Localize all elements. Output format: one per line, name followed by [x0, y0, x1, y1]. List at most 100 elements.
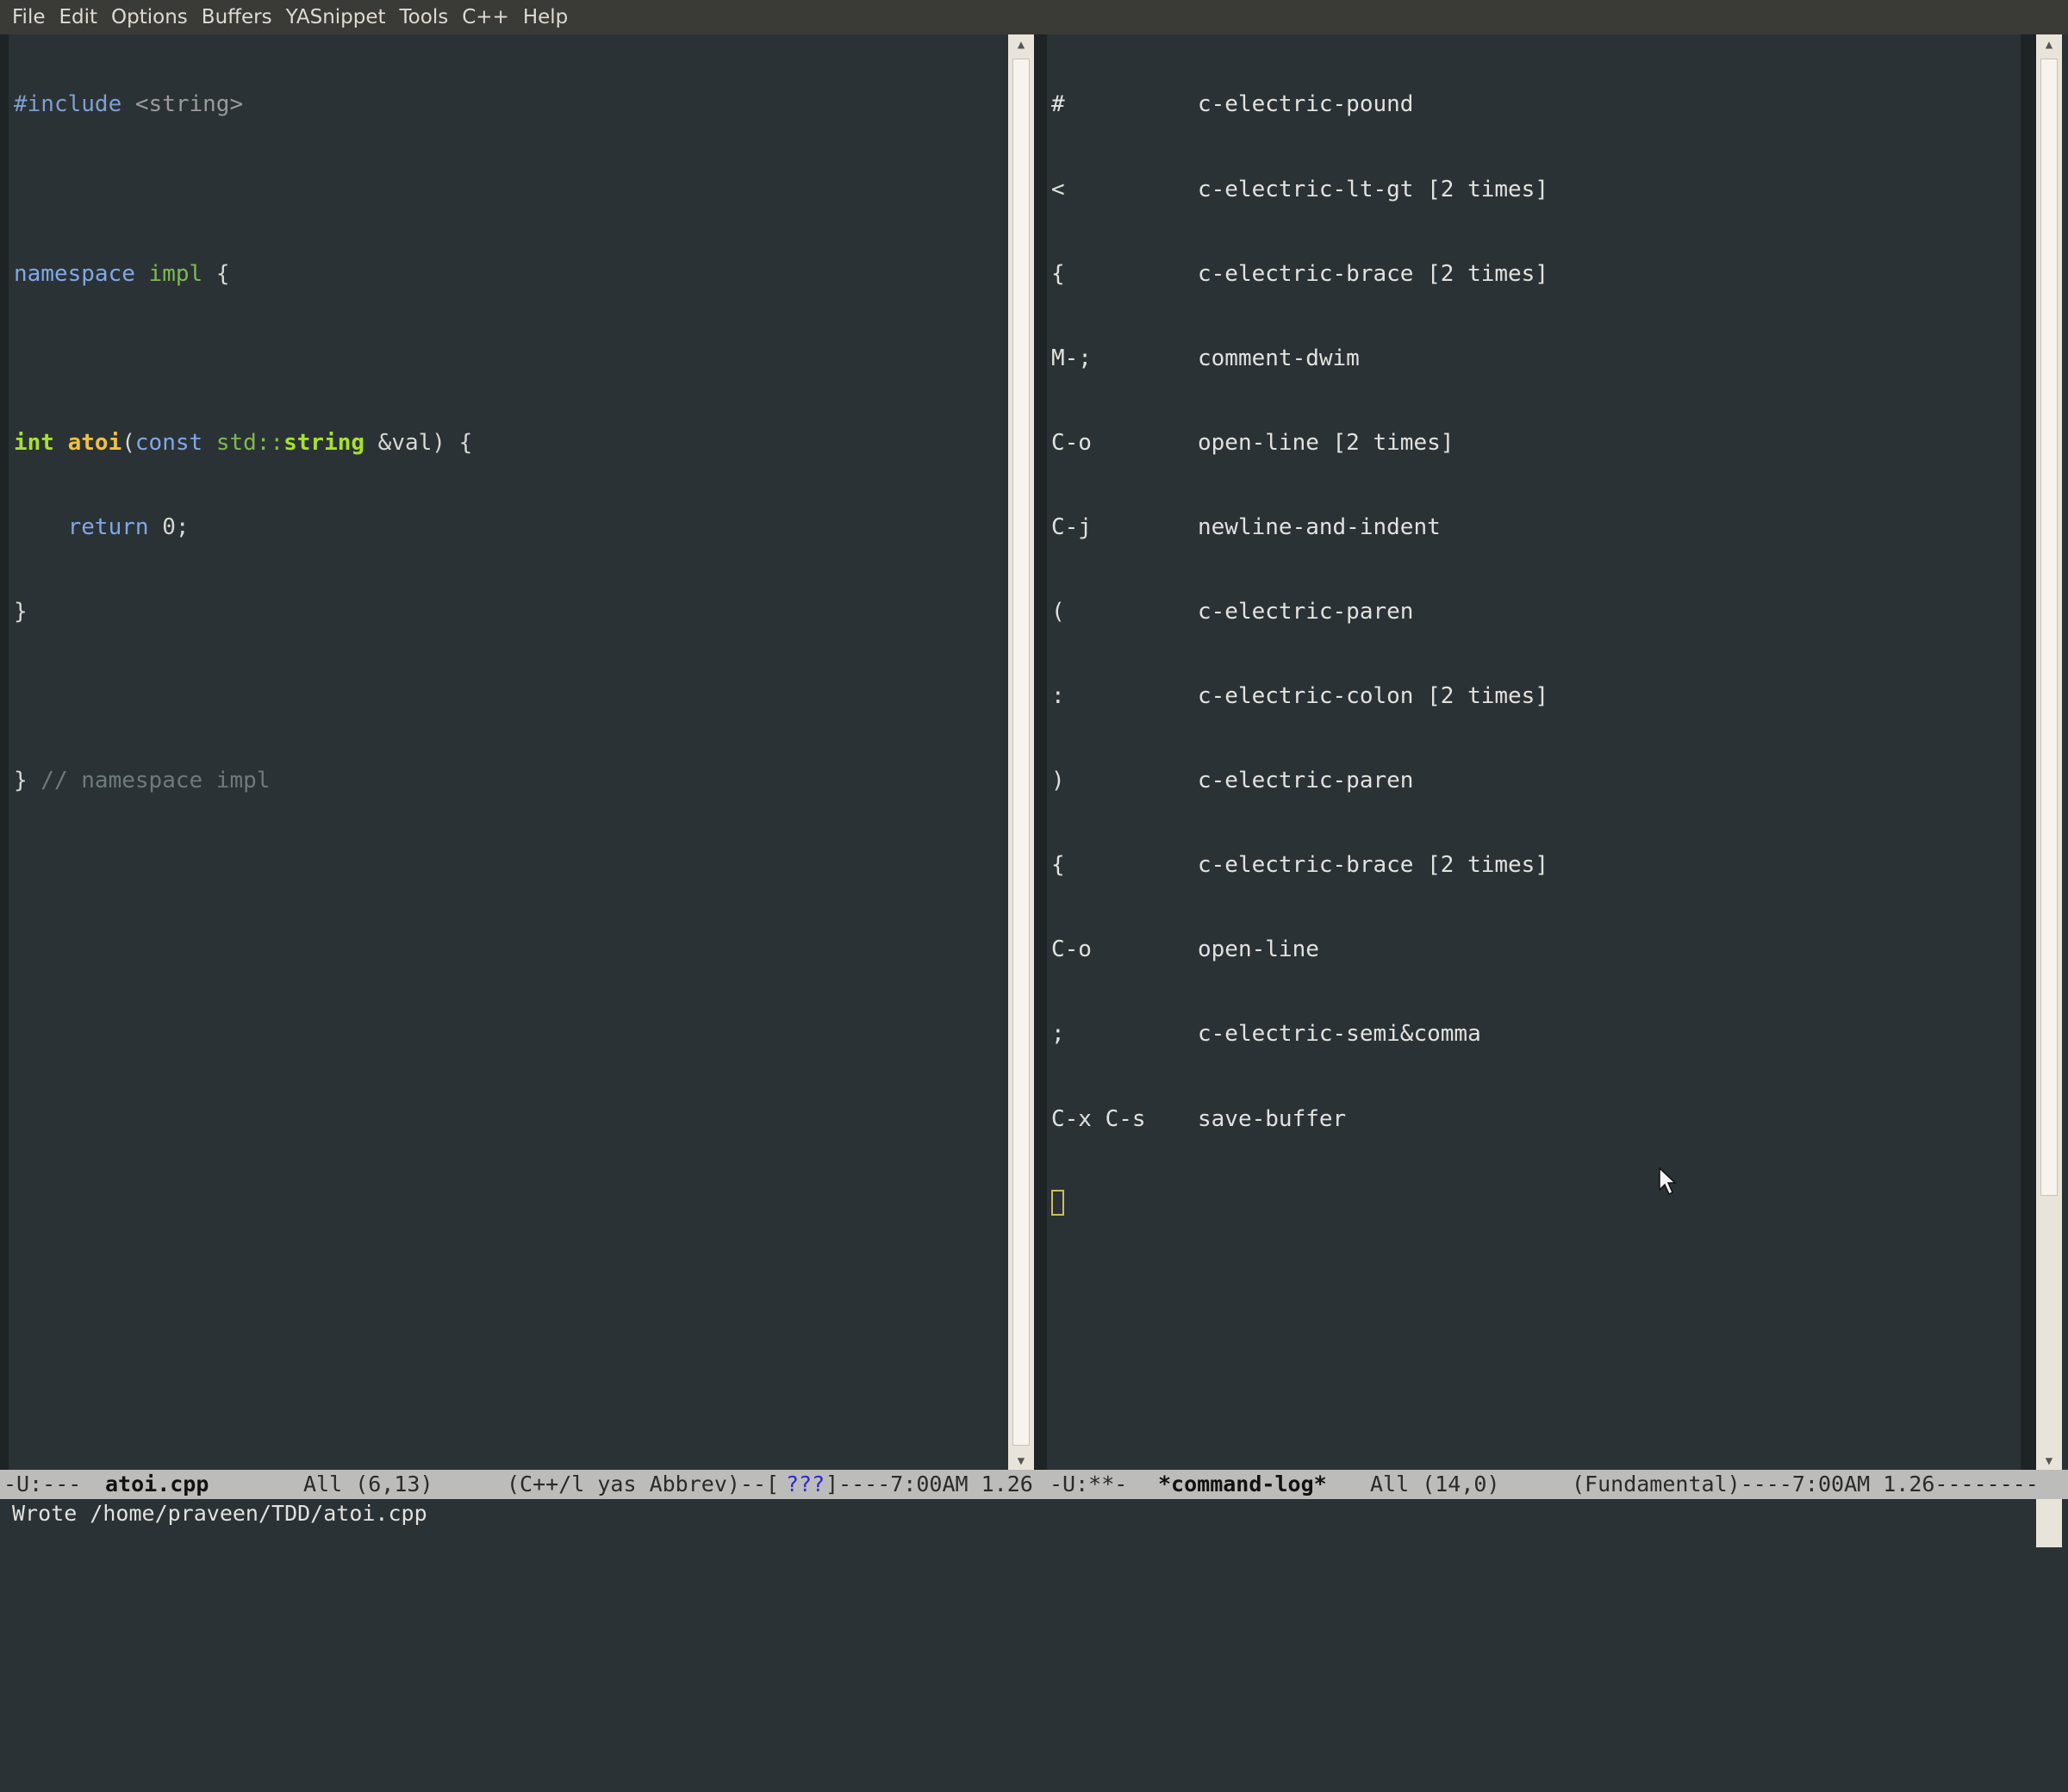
paren: (: [121, 429, 135, 456]
log-entry: C-o open-line [2 times]: [1051, 429, 1548, 457]
left-buffer-position: All (6,13): [303, 1472, 433, 1496]
log-key: {: [1051, 260, 1065, 287]
scroll-up-arrow-icon[interactable]: ▲: [1008, 38, 1034, 52]
mode-line: -U:--- atoi.cpp All (6,13) (C++/l yas Ab…: [0, 1470, 2068, 1499]
scroll-down-arrow-icon[interactable]: ▼: [1008, 1454, 1034, 1468]
log-key: C-o: [1051, 429, 1092, 456]
menu-tools[interactable]: Tools: [400, 6, 449, 28]
closing-brace: }: [14, 768, 28, 794]
log-command: open-line: [1198, 936, 1319, 963]
menu-yasnippet[interactable]: YASnippet: [286, 6, 386, 28]
return-keyword: return: [14, 513, 149, 540]
log-entry: { c-electric-brace [2 times]: [1051, 260, 1548, 289]
log-command: newline-and-indent: [1198, 513, 1441, 540]
cursor-line: [1051, 1189, 1548, 1218]
namespace-name: impl: [134, 260, 203, 287]
log-entry: { c-electric-brace [2 times]: [1051, 851, 1548, 880]
right-left-fringe: [1034, 34, 1047, 1470]
log-entry: ) c-electric-paren: [1051, 767, 1548, 795]
log-key: ;: [1051, 1021, 1065, 1048]
namespace-keyword: namespace: [14, 260, 135, 287]
log-command: open-line [2 times]: [1198, 429, 1454, 456]
const-keyword: const: [134, 429, 203, 456]
param: &val) {: [364, 429, 473, 456]
include-target: <string>: [121, 91, 244, 118]
log-command: c-electric-lt-gt [2 times]: [1198, 176, 1548, 202]
mouse-pointer-icon: [1659, 1167, 1677, 1196]
left-buffer-status: -U:---: [3, 1472, 82, 1496]
log-entry: ( c-electric-paren: [1051, 598, 1548, 626]
left-fringe: [0, 34, 9, 1470]
preprocessor-keyword: #include: [14, 91, 122, 118]
command-log-buffer[interactable]: # c-electric-pound < c-electric-lt-gt [2 t…: [1051, 34, 1548, 1246]
right-buffer-position: All (14,0): [1370, 1472, 1500, 1496]
menu-file[interactable]: File: [12, 6, 46, 28]
log-command: c-electric-brace [2 times]: [1198, 852, 1548, 879]
log-command: c-electric-colon [2 times]: [1198, 683, 1548, 710]
log-entry: C-o open-line: [1051, 936, 1548, 964]
menu-help[interactable]: Help: [523, 6, 568, 28]
log-command: c-electric-paren: [1198, 598, 1414, 625]
right-scrollbar[interactable]: ▲ ▼: [2036, 34, 2062, 1470]
function-name: atoi: [53, 429, 122, 456]
log-entry: C-j newline-and-indent: [1051, 513, 1548, 542]
code-line-1: #include <string>: [14, 90, 472, 119]
echo-area: Wrote /home/praveen/TDD/atoi.cpp: [0, 1499, 2068, 1547]
std-namespace: std::: [202, 429, 284, 456]
log-key: C-x C-s: [1051, 1105, 1146, 1132]
return-value: 0;: [148, 513, 190, 540]
text-cursor: [1051, 1189, 1064, 1216]
menu-cpp[interactable]: C++: [462, 6, 509, 28]
menu-edit[interactable]: Edit: [59, 6, 98, 28]
brace: {: [202, 260, 230, 287]
code-line-9: } // namespace impl: [14, 767, 472, 795]
log-key: {: [1051, 852, 1065, 879]
log-command: save-buffer: [1198, 1105, 1347, 1132]
log-entry: < c-electric-lt-gt [2 times]: [1051, 176, 1548, 204]
right-buffer-name[interactable]: *command-log*: [1158, 1470, 1327, 1499]
scroll-down-arrow-icon[interactable]: ▼: [2036, 1454, 2062, 1468]
code-line-6: return 0;: [14, 513, 472, 542]
code-buffer[interactable]: #include <string> namespace impl { int a…: [14, 34, 472, 824]
log-command: c-electric-semi&comma: [1198, 1021, 1481, 1048]
string-type: string: [283, 429, 365, 456]
echo-message: Wrote /home/praveen/TDD/atoi.cpp: [12, 1501, 427, 1526]
left-scrollbar[interactable]: ▲ ▼: [1008, 34, 1034, 1470]
menu-buffers[interactable]: Buffers: [202, 6, 272, 28]
code-line-3: namespace impl {: [14, 260, 472, 289]
left-major-modes[interactable]: (C++/l yas Abbrev)--[: [507, 1470, 779, 1499]
scrollbar-thumb[interactable]: [1012, 59, 1030, 1446]
log-key: M-;: [1051, 345, 1092, 371]
closing-brace: }: [14, 598, 28, 625]
log-key: (: [1051, 598, 1065, 625]
menu-options[interactable]: Options: [111, 6, 188, 28]
log-key: ): [1051, 768, 1065, 794]
log-command: comment-dwim: [1198, 345, 1360, 371]
comment: // namespace impl: [27, 768, 271, 794]
menu-bar: File Edit Options Buffers YASnippet Tool…: [0, 0, 2068, 34]
log-key: :: [1051, 683, 1065, 710]
code-line-5: int atoi(const std::string &val) {: [14, 429, 472, 457]
scrollbar-thumb[interactable]: [2040, 59, 2058, 1196]
vc-indicator-icon: ???: [786, 1472, 825, 1496]
log-key: #: [1051, 91, 1065, 118]
right-right-fringe: [2021, 34, 2036, 1470]
log-entry: : c-electric-colon [2 times]: [1051, 682, 1548, 711]
right-major-modes[interactable]: (Fundamental)----7:00AM 1.26--------: [1572, 1470, 2039, 1499]
log-command: c-electric-paren: [1198, 768, 1414, 794]
log-entry: M-; comment-dwim: [1051, 345, 1548, 373]
log-command: c-electric-brace [2 times]: [1198, 260, 1548, 287]
log-key: C-o: [1051, 936, 1092, 963]
log-entry: C-x C-s save-buffer: [1051, 1105, 1548, 1134]
right-buffer-status: -U:**-: [1050, 1472, 1128, 1496]
log-key: <: [1051, 176, 1065, 202]
scroll-up-arrow-icon[interactable]: ▲: [2036, 38, 2062, 52]
log-entry: ; c-electric-semi&comma: [1051, 1020, 1548, 1048]
left-buffer-name[interactable]: atoi.cpp: [105, 1470, 209, 1499]
left-time-load: ]----7:00AM 1.26: [825, 1472, 1033, 1496]
echo-scrollbar: [2036, 1499, 2062, 1547]
log-entry: # c-electric-pound: [1051, 90, 1548, 119]
